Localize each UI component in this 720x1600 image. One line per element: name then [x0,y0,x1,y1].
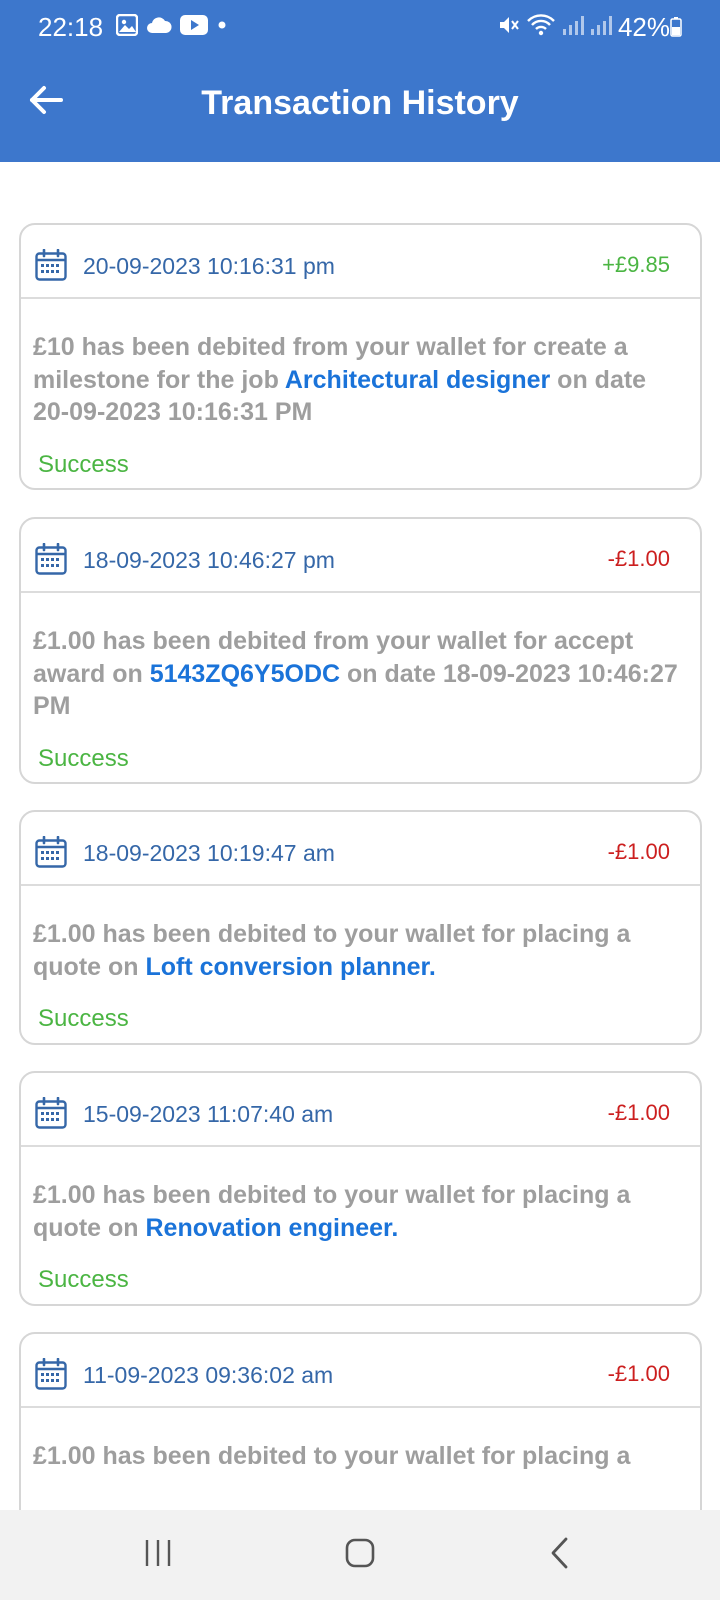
transaction-card-header: 20-09-2023 10:16:31 pm +£9.85 [21,225,700,299]
system-nav-bar [0,1510,720,1600]
transaction-card-body: £1.00 has been debited from your wallet … [21,593,700,773]
recent-apps-button[interactable] [128,1532,188,1578]
description-text: £1.00 has been debited to your wallet fo… [33,1442,631,1470]
transaction-date: 15-09-2023 11:07:40 am [83,1101,334,1127]
transaction-amount: -£1.00 [607,1100,670,1125]
recent-apps-icon [142,1538,174,1573]
page-title: Transaction History [201,84,519,122]
top-bar: 22:18 42% Transaction History [0,0,720,162]
transaction-card-body: £10 has been debited from your wallet fo… [21,299,700,479]
transaction-card-header: 11-09-2023 09:36:02 am -£1.00 [21,1334,700,1408]
transaction-card[interactable]: 15-09-2023 11:07:40 am -£1.00 £1.00 has … [19,1071,702,1306]
status-system-icons: 42% [498,12,670,42]
status-notification-icons [115,13,228,41]
transaction-status: Success [38,1266,129,1293]
image-icon [115,13,139,41]
transaction-date: 18-09-2023 10:19:47 am [83,840,335,866]
transaction-description: £1.00 has been debited to your wallet fo… [33,1179,684,1244]
battery-icon [670,17,682,37]
home-button[interactable] [330,1532,390,1578]
transaction-card-header: 15-09-2023 11:07:40 am -£1.00 [21,1073,700,1147]
home-icon [344,1537,376,1574]
transaction-card-header: 18-09-2023 10:46:27 pm -£1.00 [21,519,700,593]
mute-icon [498,14,520,41]
calendar-icon [35,1357,67,1390]
transaction-amount: -£1.00 [607,546,670,571]
transaction-card[interactable]: 11-09-2023 09:36:02 am -£1.00 £1.00 has … [19,1332,702,1510]
transaction-card-body: £1.00 has been debited to your wallet fo… [21,1408,700,1473]
transaction-status: Success [38,450,129,478]
calendar-icon [35,835,67,868]
award-link[interactable]: 5143ZQ6Y5ODC [150,660,340,688]
transaction-card-body: £1.00 has been debited to your wallet fo… [21,886,700,1033]
transaction-amount: +£9.85 [602,252,670,277]
job-link[interactable]: Architectural designer [285,366,550,394]
transaction-list[interactable]: 20-09-2023 10:16:31 pm +£9.85 £10 has be… [0,162,720,1510]
battery-percent: 42% [617,11,670,42]
transaction-card-body: £1.00 has been debited to your wallet fo… [21,1147,700,1294]
transaction-card[interactable]: 18-09-2023 10:46:27 pm -£1.00 £1.00 has … [19,517,702,784]
transaction-card[interactable]: 20-09-2023 10:16:31 pm +£9.85 £10 has be… [19,223,702,490]
back-icon [548,1536,572,1575]
transaction-description: £10 has been debited from your wallet fo… [33,331,684,429]
transaction-amount: -£1.00 [607,1361,670,1386]
signal-icon [590,14,612,41]
calendar-icon [35,248,67,281]
transaction-date: 18-09-2023 10:46:27 pm [83,547,335,573]
wifi-icon [526,13,556,42]
transaction-status: Success [38,744,129,772]
status-bar: 22:18 42% [0,0,720,54]
transaction-date: 11-09-2023 09:36:02 am [83,1362,334,1388]
transaction-status: Success [38,1005,129,1032]
transaction-card-header: 18-09-2023 10:19:47 am -£1.00 [21,812,700,886]
status-time: 22:18 [38,12,104,42]
job-link[interactable]: Renovation engineer. [145,1214,398,1242]
transaction-history-screen: 22:18 42% Transaction History 20-09-2023… [0,0,720,1600]
transaction-description: £1.00 has been debited to your wallet fo… [33,1440,684,1473]
signal-icon [562,14,584,41]
calendar-icon [35,1096,67,1129]
transaction-amount: -£1.00 [607,839,670,864]
calendar-icon [35,542,67,575]
transaction-description: £1.00 has been debited from your wallet … [33,625,684,723]
job-link[interactable]: Loft conversion planner. [145,953,435,981]
transaction-description: £1.00 has been debited to your wallet fo… [33,918,684,983]
cloud-icon [146,15,172,40]
dot-icon [216,18,228,36]
transaction-date: 20-09-2023 10:16:31 pm [83,253,335,279]
youtube-icon [180,14,208,41]
app-bar: Transaction History [0,54,720,162]
nav-back-button[interactable] [530,1532,590,1578]
transaction-card[interactable]: 18-09-2023 10:19:47 am -£1.00 £1.00 has … [19,810,702,1045]
